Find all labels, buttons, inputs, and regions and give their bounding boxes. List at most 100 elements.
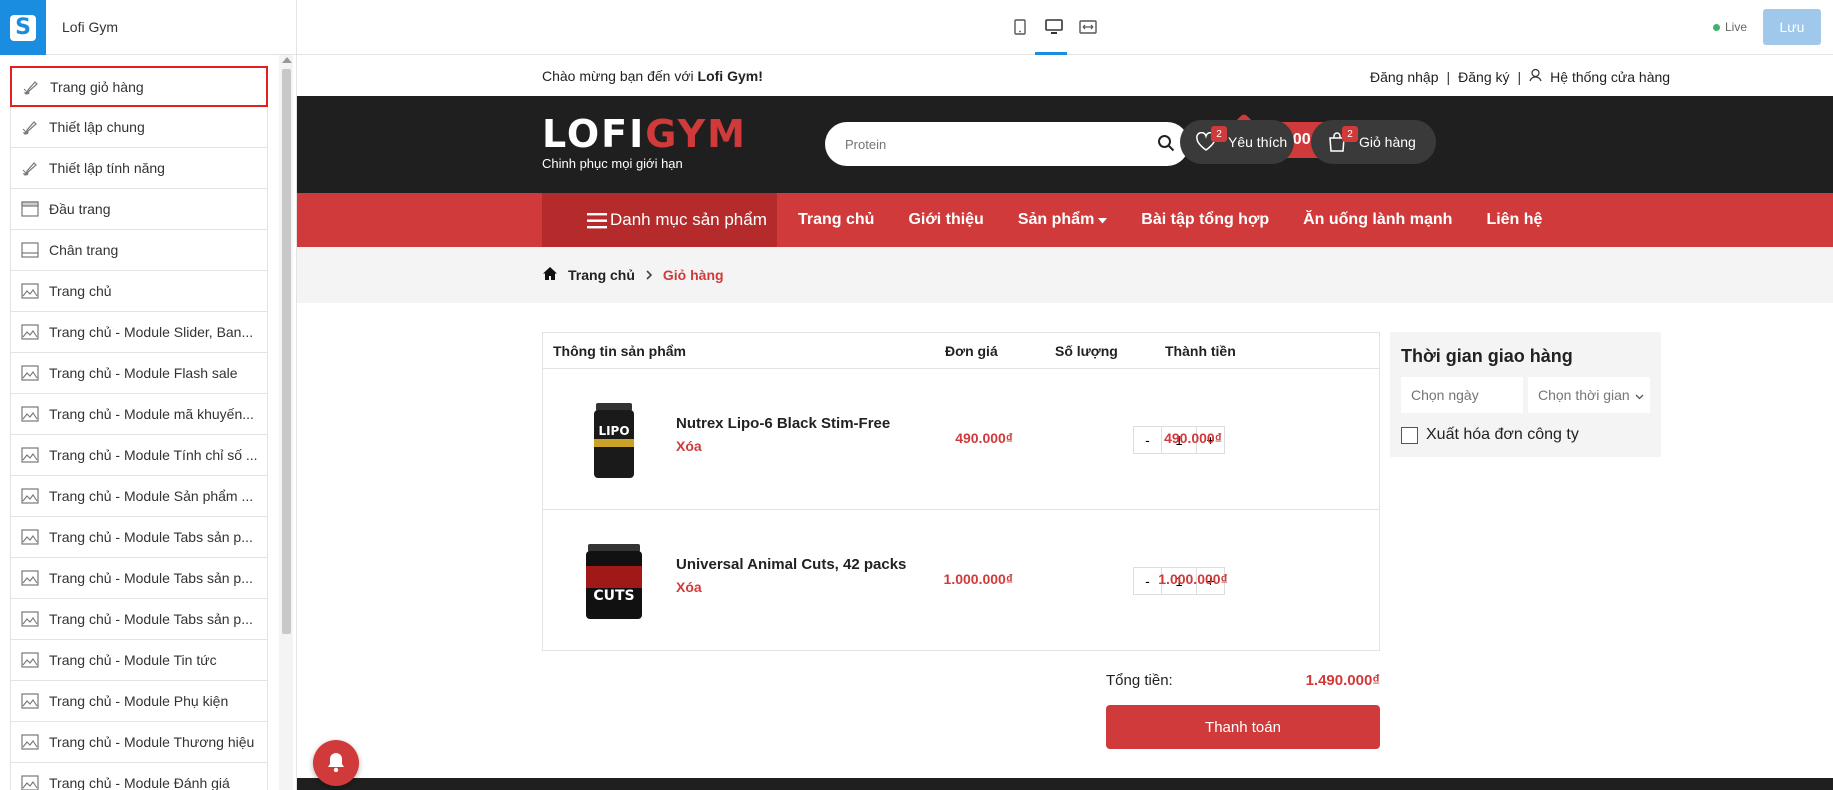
register-link[interactable]: Đăng ký <box>1458 69 1509 85</box>
sidebar-item[interactable]: Trang chủ - Module Tính chỉ số ... <box>10 435 268 476</box>
login-link[interactable]: Đăng nhập <box>1370 69 1439 85</box>
delivery-panel: Thời gian giao hàng Chọn thời gian Xuất … <box>1390 332 1661 457</box>
breadcrumb-items: Trang chủ Giỏ hàng <box>542 266 724 284</box>
home-icon[interactable] <box>542 266 558 284</box>
image-icon <box>20 773 40 790</box>
live-dot-icon <box>1713 23 1720 31</box>
header-layout-icon <box>20 199 40 219</box>
sidebar-item[interactable]: Trang chủ - Module Tabs sản p... <box>10 558 268 599</box>
sidebar-item[interactable]: Trang chủ - Module Sản phẩm ... <box>10 476 268 517</box>
breadcrumb: Trang chủ Giỏ hàng <box>297 247 1833 303</box>
line-subtotal: 1.000.000₫ <box>1158 571 1228 587</box>
welcome-prefix: Chào mừng bạn đến với <box>542 68 698 84</box>
sidebar-item[interactable]: Trang chủ - Module Tin tức <box>10 640 268 681</box>
nav-link[interactable]: Bài tập tổng hợp <box>1141 211 1269 229</box>
sidebar-item-label: Trang chủ - Module Tính chỉ số ... <box>49 447 258 463</box>
sidebar-item-label: Trang chủ - Module Phụ kiện <box>49 693 229 709</box>
sidebar-item[interactable]: Trang chủ - Module Tabs sản p... <box>10 599 268 640</box>
chevron-right-icon <box>645 267 653 283</box>
nav-link-label: Sản phẩm <box>1017 211 1095 228</box>
app-logo[interactable]: S <box>0 0 46 55</box>
invoice-checkbox[interactable] <box>1401 426 1418 444</box>
bell-icon <box>326 751 346 776</box>
notification-bell-button[interactable] <box>313 740 359 786</box>
nav-link[interactable]: Sản phẩm <box>1017 211 1108 229</box>
separator: | <box>1446 68 1451 85</box>
delivery-date-input[interactable] <box>1401 377 1523 413</box>
cart-row: LIPO Nutrex Lipo-6 Black Stim-Free Xóa 490.… <box>543 369 1379 510</box>
product-image[interactable]: CUTS <box>578 538 650 624</box>
sidebar-item-label: Trang chủ - Module Slider, Ban... <box>49 324 254 340</box>
sidebar-scroll-thumb[interactable] <box>282 69 291 634</box>
location-icon <box>1529 68 1542 85</box>
search-icon[interactable] <box>1157 134 1175 155</box>
nav-link[interactable]: Giới thiệu <box>908 211 983 229</box>
product-image[interactable]: LIPO <box>578 397 650 483</box>
nav-link-label: Liên hệ <box>1486 211 1543 228</box>
wishlist-button[interactable]: 2 Yêu thích <box>1180 120 1294 164</box>
sidebar-item-label: Trang chủ - Module Tin tức <box>49 652 217 668</box>
sidebar-item[interactable]: Đầu trang <box>10 189 268 230</box>
hamburger-icon <box>587 213 607 232</box>
sidebar-item[interactable]: Trang giỏ hàng <box>10 66 268 107</box>
save-button[interactable]: Lưu <box>1763 9 1821 45</box>
nav-link[interactable]: Liên hệ <box>1486 211 1542 229</box>
image-icon <box>20 691 40 711</box>
nav-link-label: Bài tập tổng hợp <box>1141 211 1270 228</box>
desktop-view-icon[interactable] <box>1044 17 1064 37</box>
mobile-view-icon[interactable] <box>1010 17 1030 37</box>
sidebar-item[interactable]: Trang chủ - Module Phụ kiện <box>10 681 268 722</box>
sidebar-item[interactable]: Thiết lập chung <box>10 107 268 148</box>
store-logo[interactable]: LOFIGYM Chinh phục mọi giới hạn <box>542 114 747 171</box>
fullwidth-view-icon[interactable] <box>1078 17 1098 37</box>
wishlist-count-badge: 2 <box>1211 126 1227 142</box>
delete-item-link[interactable]: Xóa <box>676 579 702 595</box>
unit-price: 490.000₫ <box>955 430 1013 446</box>
col-price: Đơn giá <box>945 343 998 359</box>
footer-layout-icon <box>20 240 40 260</box>
category-menu-label: Danh mục sản phẩm <box>610 210 767 229</box>
sidebar-item[interactable]: Chân trang <box>10 230 268 271</box>
nav-link-label: Trang chủ <box>798 211 875 228</box>
image-icon <box>20 363 40 383</box>
col-subtotal: Thành tiền <box>1165 343 1236 359</box>
search-input[interactable] <box>845 134 1145 154</box>
sidebar-item-label: Trang chủ - Module Tabs sản p... <box>49 611 253 627</box>
sidebar-item[interactable]: Thiết lập tính năng <box>10 148 268 189</box>
breadcrumb-home[interactable]: Trang chủ <box>568 267 635 283</box>
nav-link[interactable]: Trang chủ <box>798 211 874 229</box>
app-logo-letter: S <box>10 14 36 41</box>
sidebar: Trang giỏ hàng Thiết lập chung Thiết lập t… <box>0 55 296 790</box>
sidebar-item-label: Trang chủ - Module Thương hiệu <box>49 734 255 750</box>
sidebar-item[interactable]: Trang chủ - Module Flash sale <box>10 353 268 394</box>
delivery-time-select[interactable]: Chọn thời gian <box>1528 377 1650 413</box>
sidebar-item[interactable]: Trang chủ - Module mã khuyến... <box>10 394 268 435</box>
unit-price: 1.000.000₫ <box>943 571 1013 587</box>
welcome-text: Chào mừng bạn đến với Lofi Gym! <box>542 68 763 84</box>
checkout-button[interactable]: Thanh toán <box>1106 705 1380 749</box>
cart-table: Thông tin sản phẩm Đơn giá Số lượng Thàn… <box>542 332 1380 651</box>
product-name[interactable]: Nutrex Lipo-6 Black Stim-Free <box>676 415 890 432</box>
sidebar-item[interactable]: Trang chủ - Module Đánh giá <box>10 763 268 790</box>
sidebar-item[interactable]: Trang chủ <box>10 271 268 312</box>
sidebar-item[interactable]: Trang chủ - Module Thương hiệu <box>10 722 268 763</box>
store-footer <box>297 778 1833 790</box>
brush-icon <box>20 117 40 137</box>
store-system-link[interactable]: Hệ thống cửa hàng <box>1550 69 1670 85</box>
sidebar-item[interactable]: Trang chủ - Module Slider, Ban... <box>10 312 268 353</box>
sidebar-item-label: Trang chủ - Module Tabs sản p... <box>49 570 253 586</box>
category-menu-button[interactable]: Danh mục sản phẩm <box>542 193 777 247</box>
scroll-up-arrow-icon[interactable] <box>282 57 292 63</box>
col-product: Thông tin sản phẩm <box>553 343 686 359</box>
logo-left: LOFI <box>542 112 646 156</box>
cart-button[interactable]: 2 Giỏ hàng <box>1311 120 1436 164</box>
editor-topbar: S Lofi Gym Live Lưu <box>0 0 1833 55</box>
separator: | <box>1517 68 1522 85</box>
sidebar-item[interactable]: Trang chủ - Module Tabs sản p... <box>10 517 268 558</box>
caret-down-icon <box>1098 211 1108 229</box>
sidebar-item-label: Trang giỏ hàng <box>50 78 144 95</box>
product-name[interactable]: Universal Animal Cuts, 42 packs <box>676 556 906 573</box>
nav-link[interactable]: Ăn uống lành mạnh <box>1303 211 1452 229</box>
delete-item-link[interactable]: Xóa <box>676 438 702 454</box>
line-subtotal: 490.000₫ <box>1164 430 1222 446</box>
